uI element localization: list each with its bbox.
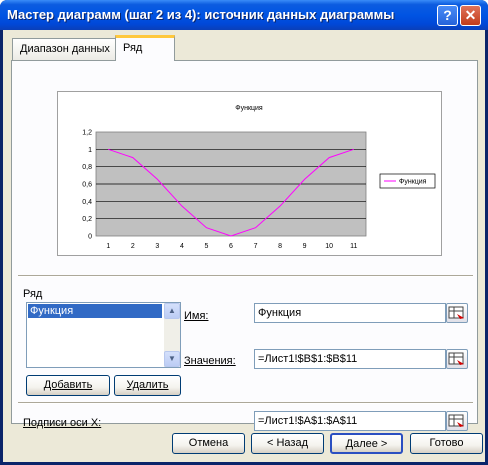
chart-preview: Функция 0 0,2 0,4 0,6 0,8 1 1,2 1 2 3 4 5 6 7 8 9 10 11 Фун… (57, 91, 442, 256)
x-labels-field[interactable]: =Лист1!$A$1:$A$11 (254, 411, 446, 431)
tab-data-range[interactable]: Диапазон данных (12, 38, 116, 60)
x-labels-range-select-icon[interactable] (446, 411, 468, 431)
cancel-button[interactable]: Отмена (172, 433, 245, 454)
range-select-icon (448, 352, 464, 365)
window-title: Мастер диаграмм (шаг 2 из 4): источник д… (7, 7, 395, 22)
x-tick-label: 9 (303, 243, 307, 250)
legend-entry: Функция (399, 179, 427, 186)
remove-series-label: Удалить (126, 379, 169, 391)
separator-top (18, 275, 473, 277)
series-listbox[interactable]: Функция ▲ ▼ (26, 302, 181, 368)
series-section-label: Ряд (23, 288, 43, 300)
range-select-icon (448, 306, 464, 319)
name-field[interactable]: Функция (254, 303, 446, 323)
chart-title: Функция (235, 105, 263, 112)
next-button-label: Далее > (345, 438, 388, 450)
add-series-button[interactable]: Добавить (26, 375, 110, 396)
x-tick-label: 11 (350, 243, 357, 250)
name-label: Имя: (184, 310, 209, 322)
title-bar[interactable]: Мастер диаграмм (шаг 2 из 4): источник д… (0, 0, 488, 30)
series-list-item[interactable]: Функция (28, 304, 162, 318)
separator-bottom (18, 402, 473, 404)
x-tick-label: 6 (229, 243, 233, 250)
values-field[interactable]: =Лист1!$B$1:$B$11 (254, 349, 446, 369)
y-tick-label: 1 (88, 147, 92, 154)
close-button[interactable]: ✕ (460, 5, 481, 26)
remove-series-button[interactable]: Удалить (114, 375, 181, 396)
finish-button-label: Готово (429, 437, 464, 449)
back-button-label: < Назад (267, 437, 308, 449)
x-tick-label: 7 (254, 243, 258, 250)
y-tick-label: 0,8 (82, 164, 92, 171)
x-tick-label: 5 (205, 243, 209, 250)
dialog-window: Мастер диаграмм (шаг 2 из 4): источник д… (0, 0, 488, 465)
tab-series[interactable]: Ряд (115, 35, 175, 61)
y-tick-label: 0,6 (82, 182, 92, 189)
back-button[interactable]: < Назад (251, 433, 324, 454)
x-tick-label: 8 (278, 243, 282, 250)
scroll-down-icon[interactable]: ▼ (164, 351, 180, 367)
y-tick-label: 0,4 (82, 199, 92, 206)
x-tick-label: 2 (131, 243, 135, 250)
listbox-scrollbar[interactable]: ▲ ▼ (164, 303, 180, 367)
x-tick-label: 10 (325, 243, 333, 250)
chart-svg: Функция 0 0,2 0,4 0,6 0,8 1 1,2 1 2 3 4 5 6 7 8 9 10 11 Фун… (82, 105, 436, 250)
help-button[interactable]: ? (437, 5, 458, 26)
next-button[interactable]: Далее > (330, 433, 403, 454)
scroll-up-icon[interactable]: ▲ (164, 303, 180, 319)
values-range-select-icon[interactable] (446, 349, 468, 369)
finish-button[interactable]: Готово (410, 433, 483, 454)
x-tick-label: 4 (180, 243, 184, 250)
name-range-select-icon[interactable] (446, 303, 468, 323)
x-tick-label: 3 (155, 243, 159, 250)
tab-panel-series: Функция 0 0,2 0,4 0,6 0,8 1 1,2 1 2 3 4 5 6 7 8 9 10 11 Фун… (11, 60, 478, 431)
x-tick-label: 1 (106, 243, 110, 250)
y-tick-label: 0,2 (82, 216, 92, 223)
x-labels-label: Подписи оси X: (23, 417, 102, 429)
add-series-label: Добавить (43, 379, 93, 391)
values-label: Значения: (184, 355, 236, 367)
range-select-icon (448, 414, 464, 427)
y-tick-label: 0 (88, 234, 92, 241)
y-tick-label: 1,2 (82, 130, 92, 137)
dialog-client-area: Диапазон данных Ряд Функция 0 0,2 0,4 0,6 0,8… (3, 30, 485, 462)
